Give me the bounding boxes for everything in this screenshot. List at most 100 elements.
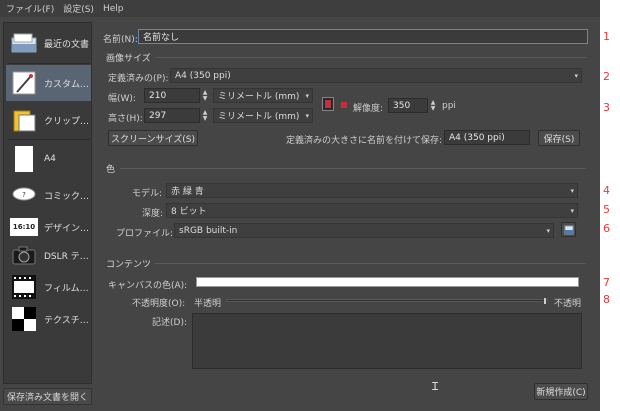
annotation-2: 2 <box>603 70 610 83</box>
sidebar-item-film[interactable]: フィルム… <box>6 269 91 305</box>
height-input[interactable]: 297 <box>144 108 200 123</box>
canvas-color-label: キャンバスの色(A): <box>108 281 188 291</box>
model-label: モデル: <box>132 189 163 199</box>
color-profile-select[interactable]: sRGB built-in ▾ <box>174 223 554 238</box>
height-stepper[interactable]: ▲ ▼ <box>200 108 210 123</box>
section-divider <box>154 263 586 264</box>
sidebar-item-label: カスタム… <box>44 79 90 90</box>
name-label: 名前(N): <box>103 35 138 45</box>
description-label: 記述(D): <box>152 318 187 328</box>
chevron-down-icon: ▾ <box>305 112 309 120</box>
predefined-size-value: A4 (350 ppi) <box>175 70 231 81</box>
document-info-icon <box>564 225 573 234</box>
color-profile-value: sRGB built-in <box>179 225 238 236</box>
opacity-min-label: 半透明 <box>194 299 222 309</box>
texture-checker-icon <box>10 305 38 333</box>
annotation-7: 7 <box>603 276 610 289</box>
annotation-8: 8 <box>603 293 610 306</box>
predefined-size-select[interactable]: A4 (350 ppi) ▾ <box>170 68 582 83</box>
save-as-label: 定義済みの大きさに名前を付けて保存: <box>286 136 443 146</box>
template-sidebar: 最近の文書 カスタム… クリップ… A4 ? コミック… 16:10 デザイン…… <box>3 22 92 384</box>
color-depth-value: 8 ビット <box>171 207 207 217</box>
landscape-orientation-icon[interactable]: ■ <box>340 100 348 109</box>
sidebar-item-label: クリップ… <box>44 116 90 127</box>
screen-size-button[interactable]: スクリーンサイズ(S) <box>108 130 198 146</box>
chevron-down-icon: ▾ <box>305 92 309 100</box>
predefined-label: 定義済みの(P): <box>108 74 169 84</box>
canvas-color-swatch[interactable] <box>196 277 579 287</box>
sidebar-item-label: 最近の文書 <box>44 39 90 50</box>
create-button[interactable]: 新規作成(C) <box>534 383 588 400</box>
open-saved-document-button[interactable]: 保存済み文書を開く <box>3 388 92 405</box>
chevron-down-icon: ▾ <box>570 207 574 215</box>
width-unit-select[interactable]: ミリメートル (mm) ▾ <box>213 88 313 103</box>
annotation-3: 3 <box>603 101 610 114</box>
film-icon <box>10 273 38 301</box>
menu-settings[interactable]: 設定(S) <box>63 2 94 15</box>
sidebar-item-dslr[interactable]: DSLR テ… <box>6 237 91 273</box>
resolution-stepper[interactable]: ▲ ▼ <box>428 98 438 113</box>
resolution-input[interactable]: 350 <box>388 98 428 113</box>
chevron-down-icon: ▼ <box>202 114 208 122</box>
recent-documents-icon <box>10 29 38 57</box>
sidebar-item-clipboard[interactable]: クリップ… <box>6 102 91 138</box>
annotation-6: 6 <box>603 222 610 235</box>
menu-help[interactable]: Help <box>103 4 124 14</box>
description-textarea[interactable] <box>192 313 582 369</box>
chevron-down-icon: ▾ <box>574 72 578 80</box>
width-unit-value: ミリメートル (mm) <box>218 92 300 102</box>
width-label: 幅(W): <box>108 94 136 104</box>
sidebar-item-comic[interactable]: ? コミック… <box>6 177 91 213</box>
sidebar-item-texture[interactable]: テクスチ… <box>6 301 91 337</box>
color-header: 色 <box>106 165 116 175</box>
preset-name-input[interactable]: A4 (350 ppi) <box>444 130 530 145</box>
name-input[interactable]: 名前なし <box>138 29 588 44</box>
chevron-down-icon: ▼ <box>202 94 208 102</box>
opacity-max-label: 不透明 <box>554 299 582 309</box>
sidebar-divider <box>8 63 90 64</box>
sidebar-item-label: テクスチ… <box>44 315 89 326</box>
height-unit-select[interactable]: ミリメートル (mm) ▾ <box>213 108 313 123</box>
save-preset-button[interactable]: 保存(S) <box>538 130 580 146</box>
sidebar-item-label: A4 <box>44 154 56 164</box>
profile-label: プロファイル: <box>116 229 174 239</box>
sidebar-item-label: フィルム… <box>44 283 89 294</box>
color-model-value: 赤 緑 青 <box>171 187 204 197</box>
clipboard-icon <box>10 106 38 134</box>
portrait-orientation-icon[interactable] <box>322 97 334 111</box>
new-document-window: ファイル(F) 設定(S) Help 最近の文書 カスタム… クリップ… A4 … <box>0 0 600 411</box>
color-depth-select[interactable]: 8 ビット ▾ <box>166 203 578 218</box>
image-size-header: 画像サイズ <box>106 54 151 64</box>
contents-header: コンテンツ <box>106 260 152 270</box>
width-input[interactable]: 210 <box>144 88 200 103</box>
annotation-5: 5 <box>603 203 610 216</box>
opacity-slider-handle[interactable] <box>543 297 547 305</box>
sidebar-item-recent[interactable]: 最近の文書 <box>6 25 91 61</box>
mouse-cursor-icon: Ɪ <box>432 380 439 393</box>
sidebar-item-label: デザイン… <box>44 223 90 234</box>
menu-bar: ファイル(F) 設定(S) Help <box>0 0 600 17</box>
section-divider <box>156 57 586 58</box>
width-stepper[interactable]: ▲ ▼ <box>200 88 210 103</box>
section-divider <box>120 168 586 169</box>
sidebar-item-label: コミック… <box>44 191 90 202</box>
sidebar-divider <box>8 139 90 140</box>
height-unit-value: ミリメートル (mm) <box>218 112 300 122</box>
menu-file[interactable]: ファイル(F) <box>6 2 54 15</box>
camera-icon <box>10 241 38 269</box>
color-model-select[interactable]: 赤 緑 青 ▾ <box>166 183 578 198</box>
design-badge: 16:10 <box>10 218 38 236</box>
annotation-1: 1 <box>603 30 610 43</box>
sidebar-item-a4[interactable]: A4 <box>6 141 91 177</box>
comic-template-icon: ? <box>10 181 38 209</box>
custom-canvas-icon <box>10 69 38 97</box>
sidebar-item-label: DSLR テ… <box>44 251 89 262</box>
chevron-down-icon: ▾ <box>546 227 550 235</box>
chevron-down-icon: ▾ <box>570 187 574 195</box>
profile-info-button[interactable] <box>561 222 576 237</box>
depth-label: 深度: <box>142 209 164 219</box>
sidebar-item-custom[interactable]: カスタム… <box>6 65 91 101</box>
a4-page-icon <box>10 145 38 173</box>
opacity-slider-track[interactable] <box>226 297 548 305</box>
height-label: 高さ(H): <box>108 114 143 124</box>
